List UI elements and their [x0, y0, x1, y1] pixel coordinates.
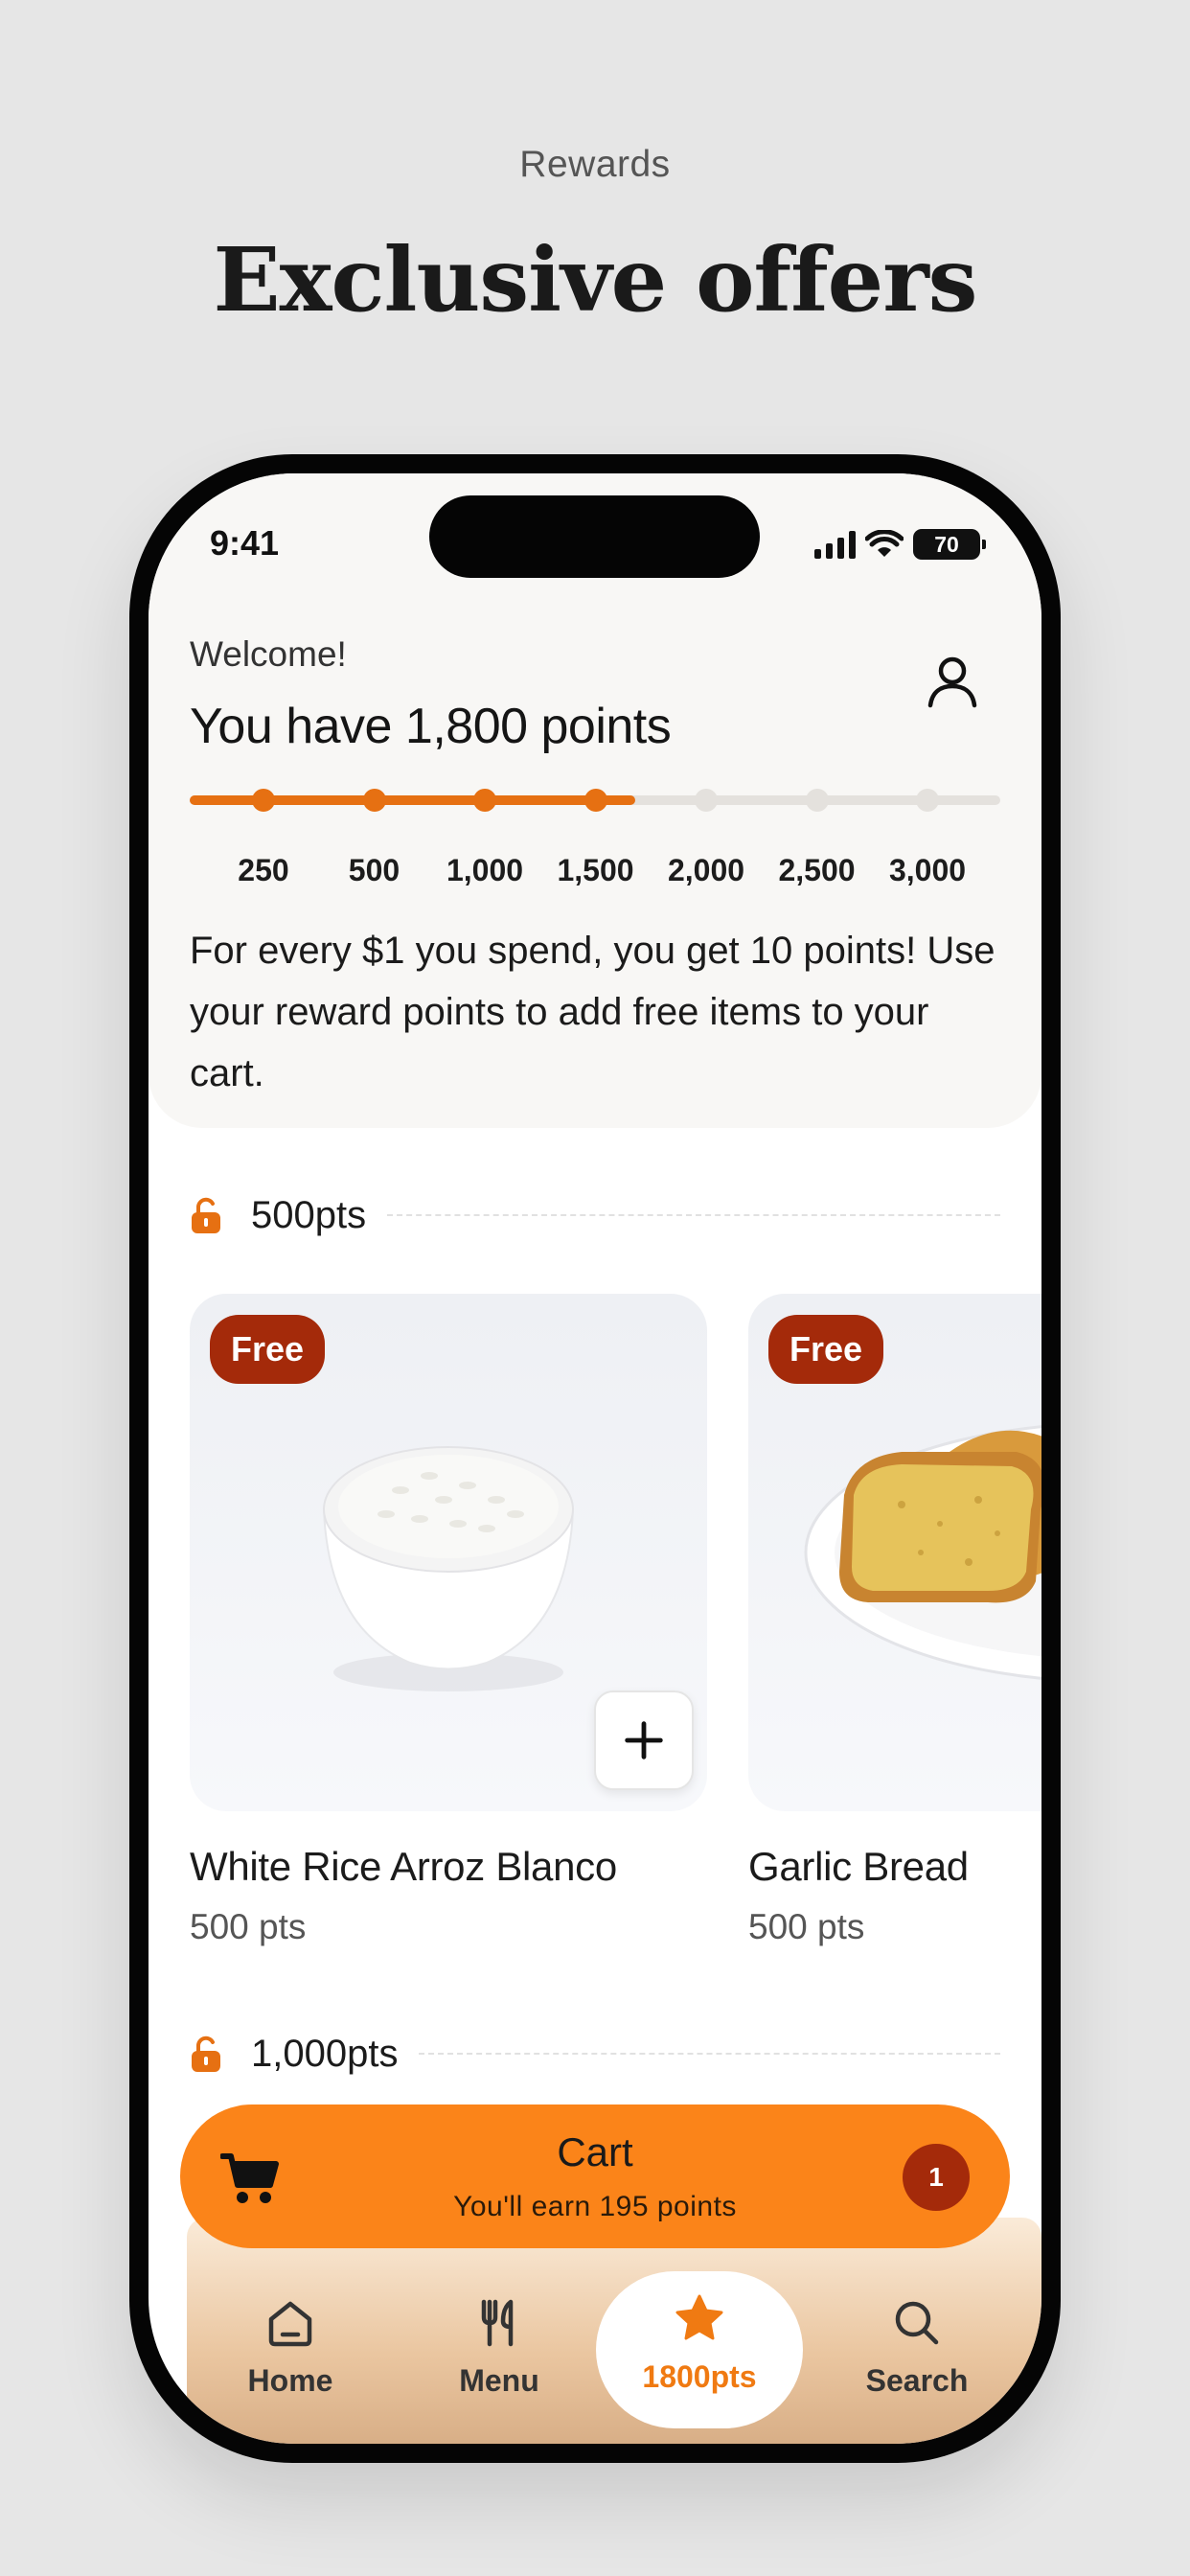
milestone-label: 1,500	[557, 853, 634, 887]
tab-label: Home	[247, 2363, 333, 2398]
tier-divider	[387, 1214, 1000, 1216]
signal-icon	[814, 530, 856, 559]
tab-label: Search	[865, 2363, 969, 2398]
product-points: 500 pts	[190, 1907, 307, 1946]
status-icons: 70	[814, 529, 986, 560]
milestone-dot	[695, 789, 718, 812]
milestone-label: 250	[238, 853, 289, 887]
product-name: White Rice Arroz Blanco	[190, 1844, 617, 1889]
promo-title: Exclusive offers	[213, 228, 978, 332]
tab-home[interactable]: Home	[187, 2275, 394, 2428]
product-card-white-rice[interactable]: Free White Rice Arroz Blanco 500 pts	[190, 1294, 707, 1947]
milestone-dot	[252, 789, 275, 812]
tier-divider	[419, 2053, 1000, 2055]
status-time: 9:41	[210, 523, 280, 563]
cart-button[interactable]: Cart You'll earn 195 points 1	[180, 2104, 1010, 2248]
milestone-label: 3,000	[888, 853, 967, 887]
home-icon	[268, 2301, 312, 2347]
tier-header-1000: 1,000pts	[190, 2030, 1000, 2078]
promo-eyebrow: Rewards	[519, 144, 671, 185]
unlock-icon	[192, 1197, 220, 1233]
star-icon	[675, 2294, 723, 2340]
milestone-dot	[362, 789, 386, 812]
earn-info-text: For every $1 you spend, you get 10 point…	[190, 930, 995, 1094]
tier-header-500: 500pts	[190, 1191, 1000, 1239]
battery-icon: 70	[913, 529, 986, 560]
tier-label: 500pts	[251, 1193, 367, 1236]
points-progress-bar	[190, 776, 1000, 834]
milestone-dot	[584, 789, 607, 812]
milestone-label: 1,000	[446, 853, 524, 887]
utensils-icon	[481, 2299, 514, 2347]
tier-label: 1,000pts	[251, 2032, 399, 2075]
milestone-dot	[473, 789, 496, 812]
cart-title: Cart	[557, 2129, 633, 2174]
milestone-label: 2,500	[778, 853, 856, 887]
add-to-cart-button[interactable]	[594, 1690, 694, 1790]
milestone-label: 2,000	[667, 853, 745, 887]
product-name: Garlic Bread	[748, 1844, 969, 1889]
free-badge: Free	[768, 1315, 884, 1384]
dynamic-island	[429, 495, 760, 578]
milestone-dot	[916, 789, 939, 812]
user-icon[interactable]	[919, 648, 986, 715]
tab-search[interactable]: Search	[813, 2275, 1020, 2428]
cart-count-badge: 1	[903, 2144, 970, 2211]
product-points: 500 pts	[748, 1907, 865, 1946]
search-icon	[895, 2301, 939, 2345]
tab-rewards[interactable]: 1800pts	[596, 2271, 803, 2428]
unlock-icon	[192, 2036, 220, 2072]
milestone-label: 500	[348, 853, 400, 887]
phone-frame: 9:41 70 Welcome! You have 1,800 points 2…	[129, 454, 1061, 2463]
product-card-garlic-bread[interactable]: Free Garlic Bread 500 pts	[748, 1294, 1041, 1947]
wifi-icon	[865, 530, 904, 557]
milestone-dot	[805, 789, 829, 812]
welcome-text: Welcome!	[190, 634, 347, 674]
points-headline: You have 1,800 points	[190, 699, 672, 754]
tab-label: 1800pts	[642, 2359, 757, 2394]
cart-earn-points: You'll earn 195 points	[453, 2191, 737, 2222]
product-image[interactable]: Free	[748, 1294, 1041, 1811]
product-image[interactable]: Free	[190, 1294, 707, 1811]
app-screen: 9:41 70 Welcome! You have 1,800 points 2…	[149, 473, 1041, 2444]
tab-bar: Home Menu 1800pts Search	[187, 2271, 1041, 2444]
free-badge: Free	[210, 1315, 326, 1384]
tab-menu[interactable]: Menu	[396, 2275, 603, 2428]
tab-label: Menu	[459, 2363, 539, 2398]
